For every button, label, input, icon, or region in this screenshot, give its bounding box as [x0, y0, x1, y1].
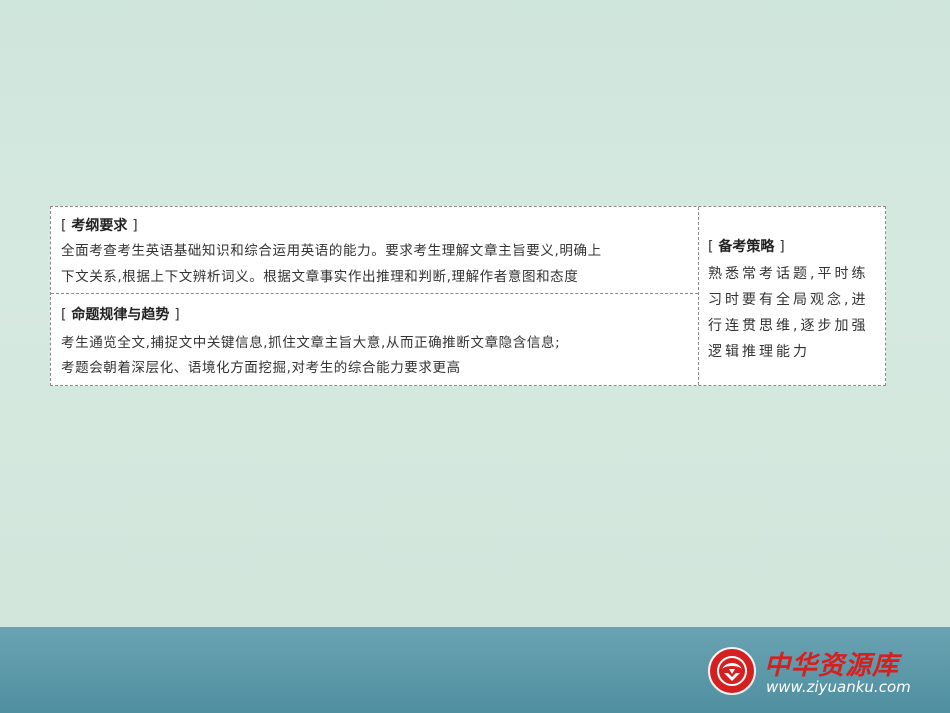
bracket-open: [ [61, 218, 67, 234]
exam-requirements-heading: [ 考纲要求 ] [61, 215, 138, 235]
strategy-line: 熟悉常考话题,平时练 [708, 266, 869, 282]
strategy-line: 行连贯思维,逐步加强 [708, 318, 869, 334]
logo-url[interactable]: www.ziyuanku.com [766, 678, 911, 696]
heading-text: 考纲要求 [71, 218, 128, 234]
paragraph-line: 全面考查考生英语基础知识和综合运用英语的能力。要求考生理解文章主旨要义,明确上 [61, 243, 602, 259]
ziyuanku-logo-icon [708, 647, 756, 695]
strategy-heading: [ 备考策略 ] [708, 236, 785, 256]
bracket-close: ] [779, 239, 785, 255]
paragraph-line: 考题会朝着深层化、语境化方面挖掘,对考生的综合能力要求更高 [61, 360, 461, 376]
bracket-close: ] [132, 218, 138, 234]
exam-outline-table: [ 考纲要求 ] 全面考查考生英语基础知识和综合运用英语的能力。要求考生理解文章… [50, 206, 886, 386]
site-logo[interactable]: 中华资源库 www.ziyuanku.com [708, 645, 928, 701]
heading-text: 命题规律与趋势 [71, 307, 170, 323]
strategy-line: 习时要有全局观念,进 [708, 292, 869, 308]
strategy-section: [ 备考策略 ] 熟悉常考话题,平时练 习时要有全局观念,进 行连贯思维,逐步加… [699, 207, 885, 385]
paragraph-line: 考生通览全文,捕捉文中关键信息,抓住文章主旨大意,从而正确推断文章隐含信息; [61, 335, 561, 351]
trends-section: [ 命题规律与趋势 ] 考生通览全文,捕捉文中关键信息,抓住文章主旨大意,从而正… [51, 294, 698, 385]
heading-text: 备考策略 [718, 239, 775, 255]
trends-heading: [ 命题规律与趋势 ] [61, 304, 180, 324]
bracket-close: ] [174, 307, 180, 323]
strategy-line: 逻辑推理能力 [708, 344, 810, 360]
left-column: [ 考纲要求 ] 全面考查考生英语基础知识和综合运用英语的能力。要求考生理解文章… [51, 207, 699, 385]
paragraph-line: 下文关系,根据上下文辨析词义。根据文章事实作出推理和判断,理解作者意图和态度 [61, 269, 579, 285]
bracket-open: [ [61, 307, 67, 323]
bracket-open: [ [708, 239, 714, 255]
logo-name: 中华资源库 [764, 651, 900, 681]
exam-requirements-section: [ 考纲要求 ] 全面考查考生英语基础知识和综合运用英语的能力。要求考生理解文章… [51, 207, 698, 294]
